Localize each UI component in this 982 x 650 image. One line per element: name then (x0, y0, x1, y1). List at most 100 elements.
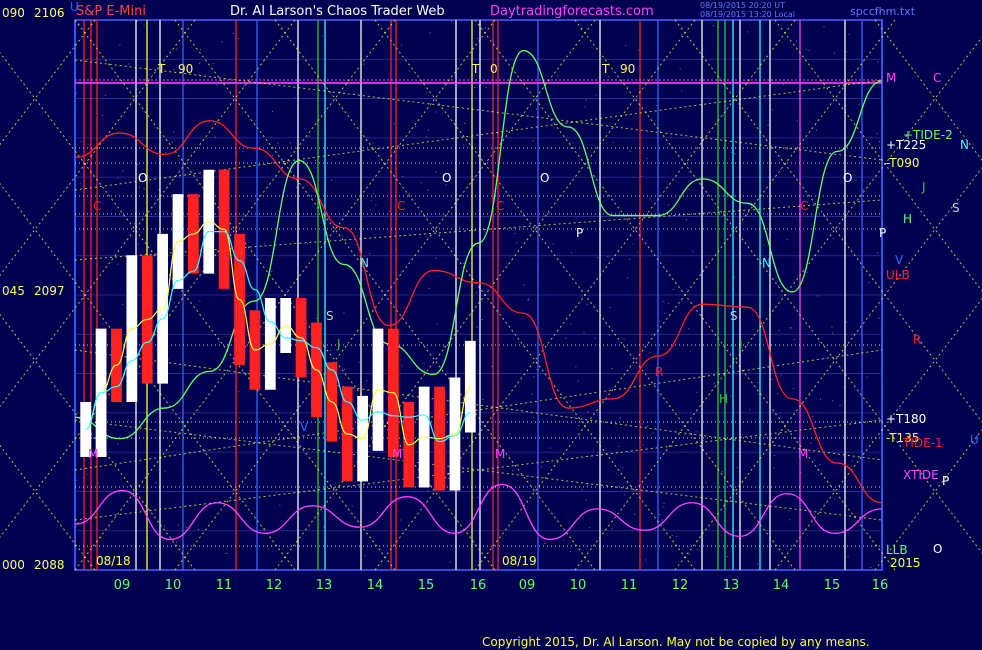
star-dot (435, 257, 437, 259)
star-dot (623, 338, 625, 340)
star-dot (583, 332, 585, 334)
x-tick-label: 13 (722, 578, 740, 593)
star-dot (820, 398, 821, 400)
right-label: +T180 (886, 412, 927, 426)
star-dot (786, 149, 788, 151)
star-dot (77, 522, 79, 524)
chart-letter: 0 (490, 62, 498, 76)
star-dot (221, 41, 223, 43)
x-tick-label: 11 (215, 578, 233, 593)
star-dot (155, 482, 157, 484)
star-dot (176, 48, 178, 50)
y-label-bottom-price: 2088 (34, 558, 65, 572)
star-dot (225, 552, 226, 554)
star-dot (878, 141, 880, 142)
star-dot (642, 444, 644, 446)
star-dot (75, 526, 76, 528)
star-dot (747, 31, 749, 33)
star-dot (688, 553, 690, 555)
star-dot (428, 129, 429, 131)
chart-letter: J (337, 337, 341, 351)
star-dot (681, 34, 682, 36)
x-tick-label: 11 (620, 578, 638, 593)
star-dot (279, 504, 281, 506)
star-dot (686, 219, 687, 221)
star-dot (658, 320, 660, 322)
star-dot (634, 513, 636, 515)
star-dot (607, 256, 609, 257)
star-dot (578, 425, 580, 426)
right-label: +T225 (886, 138, 927, 152)
star-dot (122, 303, 124, 305)
x-tick-label: 16 (469, 578, 487, 593)
star-dot (608, 76, 610, 78)
star-dot (429, 32, 431, 34)
star-dot (862, 189, 864, 191)
star-dot (186, 527, 188, 528)
star-dot (109, 147, 111, 149)
right-label: H (903, 212, 913, 226)
star-dot (757, 382, 759, 384)
star-dot (714, 382, 716, 384)
star-dot (463, 144, 465, 146)
symbol-label: S&P E-Mini (76, 4, 146, 19)
star-dot (322, 35, 324, 37)
star-dot (490, 111, 492, 113)
x-tick-label: 12 (265, 578, 283, 593)
star-dot (276, 491, 277, 493)
star-dot (619, 417, 621, 419)
star-dot (585, 499, 587, 501)
star-dot (675, 536, 677, 538)
star-dot (663, 313, 665, 314)
star-dot (788, 509, 790, 511)
star-dot (198, 529, 199, 530)
star-dot (661, 519, 663, 521)
star-dot (408, 192, 410, 194)
star-dot (596, 257, 598, 259)
star-dot (143, 188, 145, 190)
star-dot (763, 244, 765, 246)
star-dot (482, 398, 484, 400)
star-dot (389, 211, 391, 212)
site-link[interactable]: Daytradingforecasts.com (490, 4, 654, 19)
star-dot (527, 299, 529, 301)
star-dot (425, 136, 427, 138)
chart-svg (0, 19, 982, 571)
star-dot (355, 243, 357, 245)
chart-letter: T (602, 62, 610, 76)
star-dot (420, 182, 422, 184)
x-tick-label: 16 (871, 578, 889, 593)
star-dot (376, 511, 378, 513)
star-dot (165, 151, 167, 153)
star-dot (726, 555, 728, 557)
star-dot (638, 49, 640, 51)
x-tick-label: 14 (772, 578, 790, 593)
star-dot (358, 361, 360, 363)
star-dot (646, 425, 648, 427)
star-dot (847, 556, 849, 558)
gann-line (74, 349, 883, 461)
star-dot (173, 69, 175, 71)
right-label: N (960, 138, 969, 152)
star-dot (523, 284, 525, 286)
star-dot (97, 482, 99, 484)
chart-letter: T (158, 62, 166, 76)
chart-letter: M (88, 447, 99, 461)
star-dot (832, 400, 834, 402)
star-dot (214, 136, 216, 138)
timestamp-ut: 08/19/2015 20:20 UT (700, 1, 785, 10)
star-dot (477, 38, 478, 39)
star-dot (778, 329, 780, 331)
star-dot (204, 509, 206, 511)
star-dot (811, 519, 812, 521)
chart-letter: U (70, 0, 79, 14)
star-dot (649, 198, 651, 200)
star-dot (808, 50, 810, 52)
star-dot (563, 540, 565, 542)
star-dot (176, 541, 178, 543)
star-dot (399, 519, 401, 521)
star-dot (344, 368, 346, 370)
star-dot (535, 108, 537, 110)
star-dot (716, 502, 718, 504)
star-dot (581, 489, 583, 491)
